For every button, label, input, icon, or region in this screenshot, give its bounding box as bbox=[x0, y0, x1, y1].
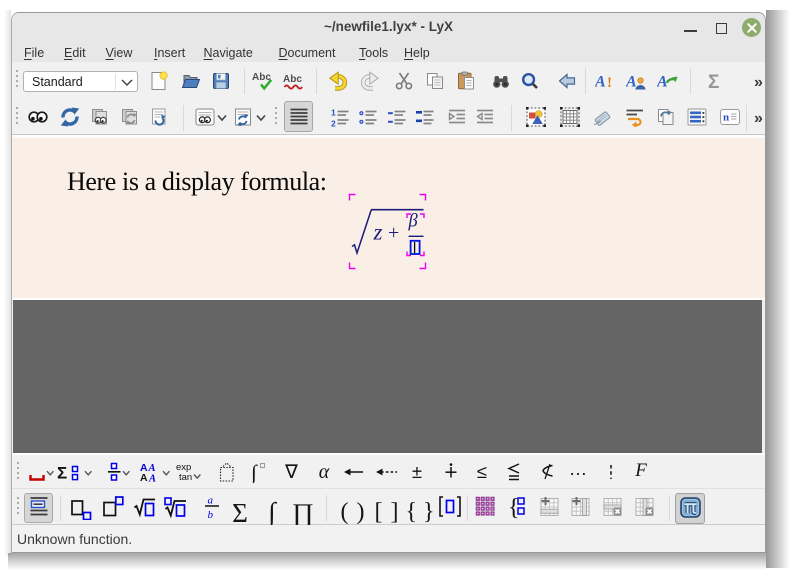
svg-text:a: a bbox=[207, 495, 213, 507]
svg-text:∫: ∫ bbox=[249, 461, 258, 483]
svg-text:A: A bbox=[148, 473, 156, 482]
svg-text:A: A bbox=[140, 472, 148, 482]
svg-text:A: A bbox=[148, 463, 156, 474]
svg-text:!: ! bbox=[607, 75, 612, 91]
svg-text:β: β bbox=[408, 212, 419, 232]
svg-text:+: + bbox=[388, 222, 399, 244]
svg-text:tan: tan bbox=[179, 472, 192, 482]
svg-text:Σ: Σ bbox=[708, 72, 719, 92]
svg-text:A: A bbox=[595, 74, 606, 91]
svg-text:n: n bbox=[723, 111, 729, 123]
svg-text:1: 1 bbox=[331, 107, 336, 117]
svg-text:b: b bbox=[207, 509, 213, 520]
svg-text:z: z bbox=[373, 220, 383, 245]
svg-text:2: 2 bbox=[331, 118, 336, 127]
svg-text:A: A bbox=[626, 74, 637, 91]
svg-text:Σ: Σ bbox=[57, 463, 67, 482]
svg-text:Abc: Abc bbox=[283, 74, 302, 85]
